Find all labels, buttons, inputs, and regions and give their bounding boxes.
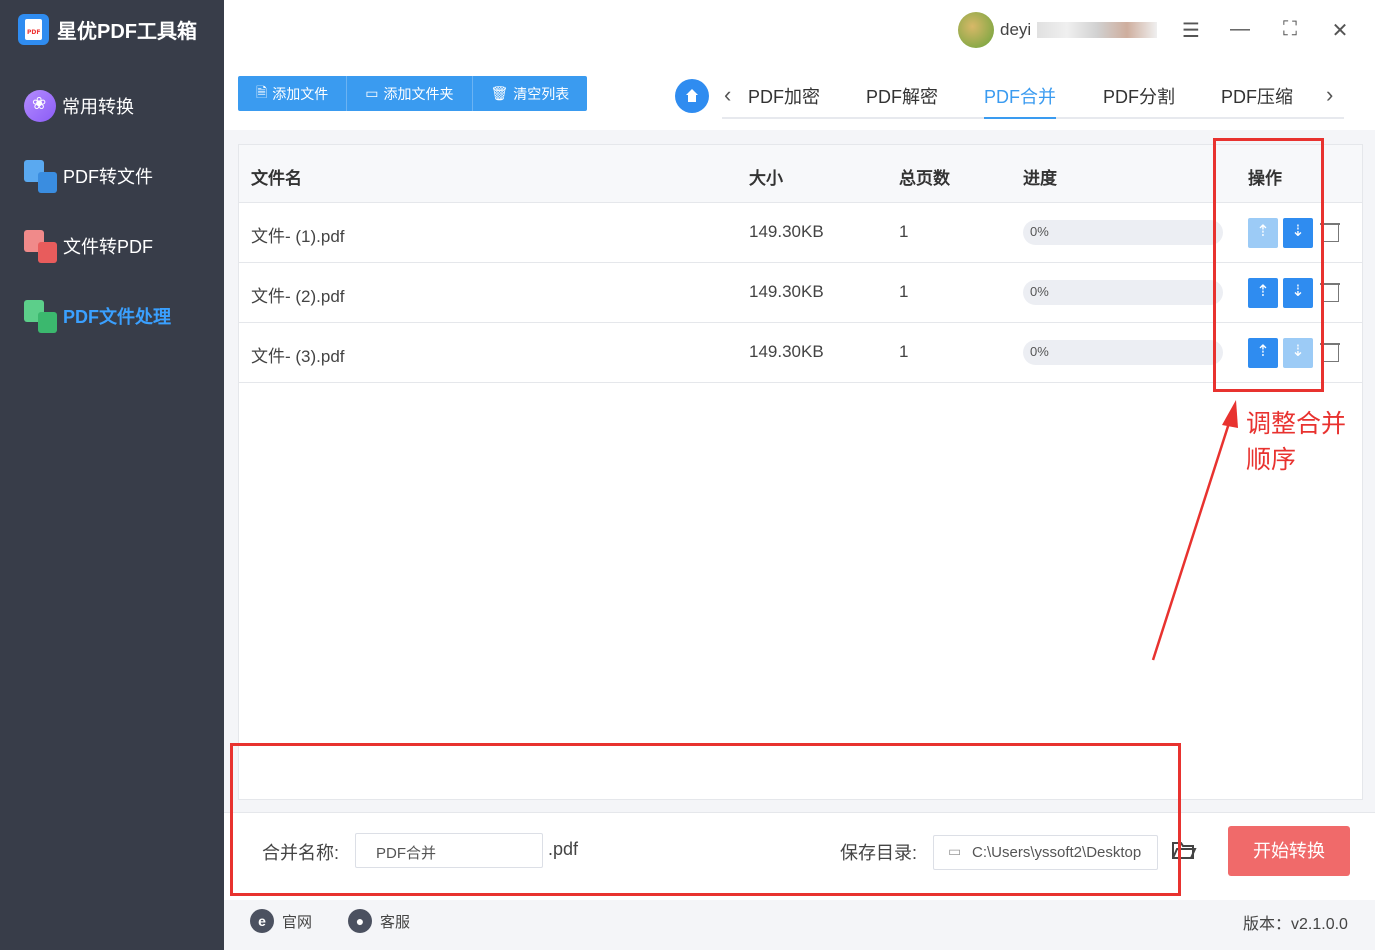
- file-icon: 🗎: [256, 83, 268, 100]
- website-link[interactable]: e 官网: [250, 909, 312, 933]
- version-text: 版本：v2.1.0.0: [1243, 916, 1348, 933]
- sidebar: 星优PDF工具箱 常用转换 PDF转文件 文件转PDF PDF文件处理: [0, 0, 224, 950]
- annotation-line1: 调整合并: [1246, 410, 1347, 438]
- sidebar-item-label: 文件转PDF: [63, 237, 153, 257]
- user-info[interactable]: deyi: [958, 12, 1158, 48]
- chevron-right-icon[interactable]: ›: [1326, 82, 1333, 108]
- tab-pdf-decrypt[interactable]: PDF解密: [866, 83, 938, 119]
- minimize-icon[interactable]: —: [1227, 18, 1253, 41]
- website-label: 官网: [282, 913, 313, 931]
- annotation-box-operations: [1213, 138, 1324, 392]
- progress-text: 0%: [1030, 224, 1049, 239]
- sidebar-item-pdf-to-file[interactable]: PDF转文件: [24, 159, 153, 193]
- ie-icon: e: [250, 909, 274, 933]
- header-pages: 总页数: [899, 169, 950, 188]
- function-tabs: PDF加密 PDF解密 PDF合并 PDF分割 PDF压缩: [722, 79, 1344, 119]
- file-table: 文件名 大小 总页数 进度 操作 文件- (1).pdf 149.30KB 1 …: [238, 144, 1363, 800]
- folder-icon: ▭: [365, 85, 379, 101]
- sidebar-item-pdf-processing[interactable]: PDF文件处理: [24, 299, 171, 333]
- file-pages: 1: [899, 222, 909, 241]
- file-pages: 1: [899, 282, 909, 301]
- avatar: [958, 12, 994, 48]
- sidebar-item-label: PDF转文件: [63, 167, 153, 187]
- file-name: 文件- (2).pdf: [251, 287, 345, 306]
- file-size: 149.30KB: [749, 222, 824, 241]
- table-header: 文件名 大小 总页数 进度 操作: [239, 145, 1362, 203]
- support-link[interactable]: ● 客服: [348, 909, 410, 933]
- clear-list-button[interactable]: 🗑 清空列表: [472, 76, 588, 111]
- tab-pdf-merge[interactable]: PDF合并: [984, 83, 1056, 119]
- table-row: 文件- (2).pdf 149.30KB 1 0% ⇡ ⇣: [239, 263, 1362, 323]
- header-filename: 文件名: [251, 169, 302, 188]
- file-size: 149.30KB: [749, 342, 824, 361]
- tab-pdf-compress[interactable]: PDF压缩: [1221, 83, 1293, 119]
- add-folder-button[interactable]: ▭ 添加文件夹: [347, 76, 473, 111]
- pdf-processing-icon: [24, 299, 57, 333]
- chat-icon: ●: [348, 909, 372, 933]
- annotation-line2: 顺序: [1246, 446, 1297, 474]
- progress-text: 0%: [1030, 344, 1049, 359]
- annotation-box-output: [230, 743, 1181, 896]
- pdf-to-file-icon: [24, 159, 57, 193]
- file-name: 文件- (1).pdf: [251, 227, 345, 246]
- username: deyi: [1000, 20, 1032, 39]
- settings-icon[interactable]: ☰: [1178, 18, 1204, 43]
- start-convert-button[interactable]: 开始转换: [1228, 826, 1350, 876]
- sidebar-item-file-to-pdf[interactable]: 文件转PDF: [24, 229, 153, 263]
- app-logo-icon: [18, 14, 49, 45]
- delete-icon[interactable]: [1320, 280, 1340, 302]
- header-progress: 进度: [1023, 169, 1057, 188]
- blurred-account-info: [1037, 22, 1158, 38]
- file-name: 文件- (3).pdf: [251, 347, 345, 366]
- app-name: 星优PDF工具箱: [57, 21, 197, 43]
- sidebar-item-common-conversion[interactable]: 常用转换: [24, 89, 134, 123]
- support-label: 客服: [380, 913, 411, 931]
- delete-icon[interactable]: [1320, 220, 1340, 242]
- clear-list-label: 清空列表: [513, 85, 570, 102]
- file-pages: 1: [899, 342, 909, 361]
- file-to-pdf-icon: [24, 229, 57, 263]
- file-toolbar: 🗎 添加文件 ▭ 添加文件夹 🗑 清空列表: [238, 76, 588, 111]
- add-folder-label: 添加文件夹: [383, 85, 454, 102]
- file-size: 149.30KB: [749, 282, 824, 301]
- tab-pdf-encrypt[interactable]: PDF加密: [748, 83, 820, 119]
- flower-icon: [24, 90, 56, 122]
- progress-bar: 0%: [1023, 220, 1223, 245]
- sidebar-item-label: PDF文件处理: [63, 307, 171, 327]
- add-file-label: 添加文件: [272, 85, 329, 102]
- progress-text: 0%: [1030, 284, 1049, 299]
- delete-icon[interactable]: [1320, 340, 1340, 362]
- maximize-icon[interactable]: ⛶: [1277, 18, 1303, 41]
- sidebar-item-label: 常用转换: [62, 97, 134, 117]
- header-size: 大小: [749, 169, 783, 188]
- add-file-button[interactable]: 🗎 添加文件: [238, 76, 348, 111]
- table-row: 文件- (3).pdf 149.30KB 1 0% ⇡ ⇣: [239, 323, 1362, 383]
- progress-bar: 0%: [1023, 280, 1223, 305]
- app-title: 星优PDF工具箱: [18, 14, 197, 45]
- table-row: 文件- (1).pdf 149.30KB 1 0% ⇡ ⇣: [239, 203, 1362, 263]
- close-icon[interactable]: ✕: [1327, 18, 1353, 43]
- tab-pdf-split[interactable]: PDF分割: [1103, 83, 1175, 119]
- annotation-text: 调整合并 顺序: [1246, 406, 1346, 478]
- progress-bar: 0%: [1023, 340, 1223, 365]
- trash-icon: 🗑: [490, 85, 509, 101]
- home-button[interactable]: [675, 79, 709, 113]
